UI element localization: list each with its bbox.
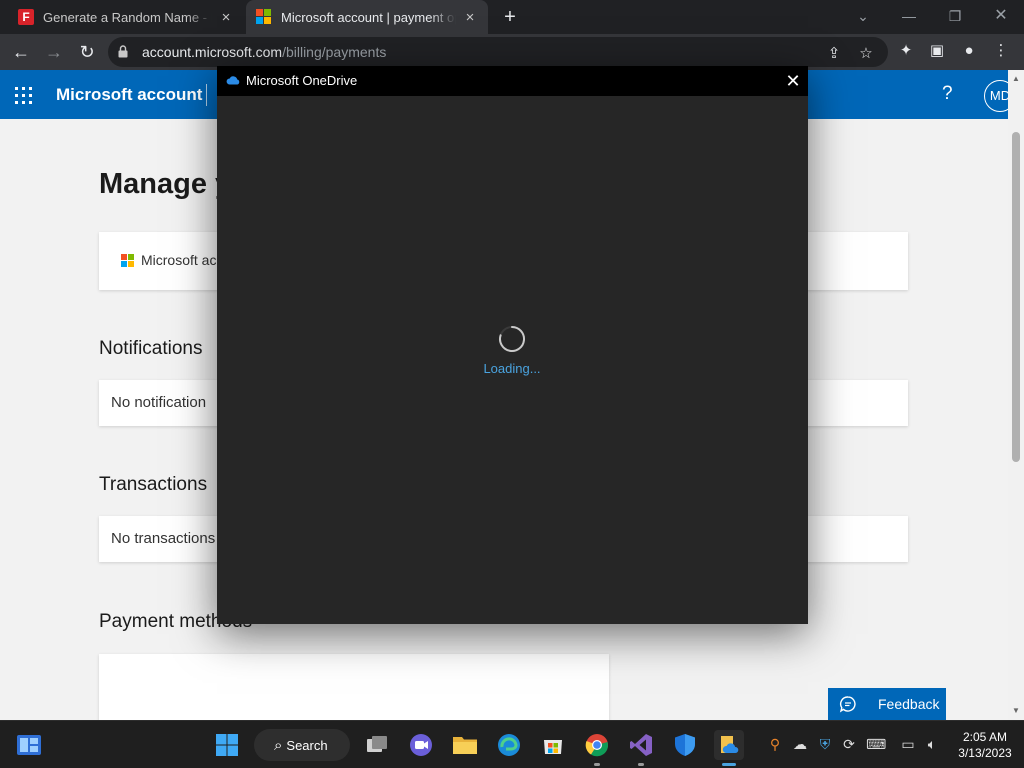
page-title: Manage y [99,168,232,200]
transactions-heading: Transactions [99,474,208,495]
edge-browser-icon[interactable] [494,730,524,760]
onedrive-tray-icon[interactable]: ☁ [790,734,810,754]
sync-tray-icon[interactable]: ⟳ [839,734,859,754]
clock-date: 3/13/2023 [958,746,1012,760]
chrome-browser-icon[interactable] [582,730,612,766]
widgets-icon[interactable] [14,730,44,760]
volume-icon[interactable]: 🔈︎ [922,734,942,754]
visual-studio-icon[interactable] [626,730,656,766]
onedrive-cloud-icon [226,76,240,85]
page-scrollbar[interactable]: ▲ ▼ [1008,70,1024,720]
tab-search-icon[interactable]: ⌄ [848,4,878,28]
feedback-button[interactable]: Feedback [828,688,946,720]
dialog-titlebar: Microsoft OneDrive ✕ [217,66,808,96]
search-label: Search [286,737,328,753]
running-indicator [638,763,644,766]
minimize-icon[interactable]: — [894,4,924,28]
windows-taskbar: ⌕ Search ⚲ ☁ ⛨ ⟳ ⌨ ▭ 🔈︎ 2:05 AM 3/13/202… [0,720,1024,768]
app-launcher-icon[interactable] [15,87,32,104]
file-explorer-icon[interactable] [450,730,480,760]
side-panel-icon[interactable]: ▣ [927,41,947,61]
header-divider [206,84,207,106]
scrollbar-thumb[interactable] [1012,132,1020,462]
reload-icon[interactable]: ↻ [74,39,100,65]
profile-icon[interactable]: ● [959,41,979,61]
chat-bubble-icon [828,688,868,720]
restore-icon[interactable]: ❐ [940,4,970,28]
scroll-up-icon[interactable]: ▲ [1008,74,1024,83]
tab-strip: F Generate a Random Name - Fake × Micros… [0,0,1024,34]
dialog-title: Microsoft OneDrive [246,73,358,88]
notifications-empty-text: No notification [111,394,207,411]
bookmark-star-icon[interactable]: ☆ [856,44,876,64]
microsoft-store-icon[interactable] [538,730,568,760]
scroll-down-icon[interactable]: ▼ [1008,706,1024,715]
onedrive-taskbar-app[interactable] [714,730,744,766]
microsoft-logo-icon [121,254,134,267]
forward-arrow-icon[interactable]: → [41,39,67,65]
chrome-menu-icon[interactable]: ⋮ [991,41,1011,61]
active-indicator [722,763,736,766]
task-view-icon[interactable] [362,730,392,760]
taskbar-search[interactable]: ⌕ Search [254,729,350,761]
microsoft-logo-icon [256,9,272,25]
extensions-puzzle-icon[interactable]: ✦ [896,41,916,61]
tab-title: Microsoft account | payment opt [281,9,456,25]
keyboard-icon[interactable]: ⌨ [866,734,886,754]
browser-toolbar: ← → ↻ account.microsoft.com/billing/paym… [0,34,1024,70]
account-card-label: Microsoft ac [141,252,217,268]
tab-close-icon[interactable]: × [462,9,478,26]
loading-spinner-icon [499,326,525,352]
onedrive-dialog: Microsoft OneDrive ✕ Loading... [217,66,808,624]
tab-close-icon[interactable]: × [218,9,234,26]
fakenamegenerator-f-icon: F [18,9,34,25]
address-bar[interactable]: account.microsoft.com/billing/payments ⇪… [108,37,888,67]
feedback-label: Feedback [878,696,940,712]
tab-title: Generate a Random Name - Fake [43,9,212,25]
running-indicator [594,763,600,766]
tray-search-icon[interactable]: ⚲ [765,734,785,754]
search-icon: ⌕ [274,736,283,754]
clock-time: 2:05 AM [962,730,1008,744]
brand-title[interactable]: Microsoft account [56,85,202,105]
dialog-close-icon[interactable]: ✕ [782,70,804,92]
start-windows-icon[interactable] [212,730,242,760]
notifications-heading: Notifications [99,338,203,359]
defender-tray-icon[interactable]: ⛨ [815,734,835,754]
tab-microsoft-account[interactable]: Microsoft account | payment opt × [246,0,488,34]
taskbar-clock[interactable]: 2:05 AM 3/13/2023 [950,729,1020,761]
share-icon[interactable]: ⇪ [824,44,844,64]
window-close-icon[interactable]: ✕ [986,4,1016,28]
url-text: account.microsoft.com/billing/payments [142,44,387,60]
tab-fake-name-generator[interactable]: F Generate a Random Name - Fake × [8,0,244,34]
transactions-empty-text: No transactions [111,530,216,547]
new-tab-button[interactable]: + [498,5,522,29]
windows-security-icon[interactable] [670,730,700,760]
network-monitor-icon[interactable]: ▭ [898,734,918,754]
lock-icon[interactable] [118,45,128,58]
help-icon[interactable]: ? [942,83,953,105]
payment-methods-card [99,654,609,720]
teams-chat-icon[interactable] [406,730,436,760]
loading-text: Loading... [483,361,541,376]
back-arrow-icon[interactable]: ← [8,39,34,65]
